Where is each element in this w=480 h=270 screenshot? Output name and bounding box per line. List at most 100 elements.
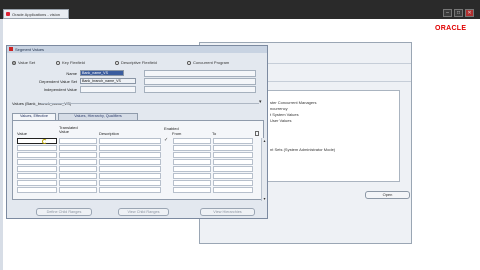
enabled-cell[interactable]: [164, 173, 171, 179]
grid-cell[interactable]: [213, 180, 253, 186]
grid-cell[interactable]: [213, 187, 253, 193]
independent-value-field: [80, 86, 136, 93]
grid-cell[interactable]: [99, 187, 161, 193]
grid-cell[interactable]: [99, 166, 161, 172]
grid-cell[interactable]: [213, 138, 253, 144]
chevron-down-icon[interactable]: ▾: [259, 99, 262, 105]
grid-cell[interactable]: [17, 187, 57, 193]
grid-cell[interactable]: [173, 173, 211, 179]
application-tab-title: Oracle Applications - vision: [12, 12, 61, 17]
grid-cell[interactable]: [99, 138, 161, 144]
radio-empty-icon: [56, 60, 60, 65]
grid-cell[interactable]: [173, 152, 211, 158]
radio-descriptive-flexfield[interactable]: Descriptive Flexfield: [115, 60, 157, 65]
list-item[interactable]: nt Sets (System Administrator Mode): [270, 147, 335, 152]
grid-cell[interactable]: [17, 159, 57, 165]
grid-cell[interactable]: [213, 166, 253, 172]
list-item[interactable]: t System Values: [270, 112, 299, 117]
radio-concurrent-program[interactable]: Concurrent Program: [187, 60, 229, 65]
grid-cell[interactable]: [99, 145, 161, 151]
grid-cell[interactable]: [59, 145, 97, 151]
radio-label: Key Flexfield: [62, 60, 85, 65]
dialog-title: Segment Values: [15, 47, 45, 52]
radio-key-flexfield[interactable]: Key Flexfield: [56, 60, 85, 65]
list-item[interactable]: User Values: [270, 118, 292, 123]
grid-cell[interactable]: [17, 152, 57, 158]
application-tab[interactable]: Oracle Applications - vision: [3, 9, 69, 19]
grid-cell[interactable]: [17, 166, 57, 172]
column-header-from: From: [172, 131, 182, 136]
enabled-cell[interactable]: [164, 159, 171, 165]
radio-value-set[interactable]: Value Set: [12, 60, 35, 65]
name-field[interactable]: Bank_name_VS: [80, 70, 124, 76]
independent-value-label: Independent Value: [43, 87, 77, 92]
radio-label: Concurrent Program: [193, 60, 230, 65]
grid-scrollbar[interactable]: ▴ ▾: [261, 138, 266, 201]
grid-cell[interactable]: [59, 180, 97, 186]
tab-values-effective[interactable]: Values, Effective: [12, 113, 56, 120]
grid-cell[interactable]: [173, 166, 211, 172]
enabled-cell[interactable]: [164, 187, 171, 193]
dialog-titlebar: Segment Values: [7, 46, 267, 53]
name-description-field: [144, 70, 256, 77]
grid-cell[interactable]: [59, 173, 97, 179]
scroll-up-icon[interactable]: ▴: [262, 138, 267, 143]
enabled-cell[interactable]: [164, 145, 171, 151]
grid-cell[interactable]: [59, 138, 97, 144]
column-header-translated-value: Translated Value: [59, 125, 78, 134]
grid-cell[interactable]: [173, 187, 211, 193]
grid-cell[interactable]: [99, 152, 161, 158]
heading-rule: [41, 103, 259, 104]
grid-cell[interactable]: [213, 145, 253, 151]
grid-cell[interactable]: [17, 173, 57, 179]
oracle-form-icon: [9, 47, 13, 51]
minimize-button[interactable]: –: [443, 9, 452, 17]
list-item[interactable]: ster Concurrent Managers: [270, 100, 316, 105]
grid-cell[interactable]: [99, 159, 161, 165]
column-header-to: To: [212, 131, 217, 136]
loading-cursor-icon: [42, 139, 47, 144]
grid-cell[interactable]: [213, 159, 253, 165]
folder-icon[interactable]: [255, 131, 259, 136]
open-button[interactable]: Open: [365, 191, 410, 199]
grid-cell[interactable]: [173, 138, 211, 144]
grid-cell[interactable]: [99, 180, 161, 186]
grid-cell[interactable]: [59, 159, 97, 165]
grid-cell[interactable]: [17, 180, 57, 186]
define-child-ranges-button[interactable]: Define Child Ranges: [36, 208, 92, 216]
grid-cell[interactable]: [173, 180, 211, 186]
name-label: Name: [66, 71, 77, 76]
enabled-cell[interactable]: [164, 152, 171, 158]
independent-description-field: [144, 86, 256, 93]
radio-label: Descriptive Flexfield: [121, 60, 157, 65]
radio-empty-icon: [115, 60, 119, 65]
enabled-cell[interactable]: [164, 166, 171, 172]
radio-selected-icon: [12, 60, 16, 65]
dependent-value-set-field[interactable]: Bank_branch_name_VS: [80, 78, 136, 84]
grid-cell[interactable]: [173, 145, 211, 151]
values-grid-panel: Value Translated Value Description Enabl…: [12, 120, 266, 201]
navigator-function-list[interactable]: ster Concurrent Managers ncurrency t Sys…: [253, 90, 400, 182]
tab-values-hierarchy-qualifiers[interactable]: Values, Hierarchy, Qualifiers: [58, 113, 138, 120]
grid-cell[interactable]: [173, 159, 211, 165]
app-icon: [6, 12, 10, 16]
grid-cell[interactable]: [99, 173, 161, 179]
close-button[interactable]: ✕: [465, 9, 474, 17]
grid-cell[interactable]: [213, 152, 253, 158]
enabled-cell[interactable]: [164, 180, 171, 186]
grid-cell[interactable]: [17, 145, 57, 151]
enabled-checkbox[interactable]: ✓: [164, 137, 168, 143]
grid-cell[interactable]: [59, 187, 97, 193]
browser-titlebar: [0, 0, 480, 19]
list-item[interactable]: ncurrency: [270, 106, 288, 111]
view-child-ranges-button[interactable]: View Child Ranges: [118, 208, 169, 216]
grid-cell[interactable]: [17, 138, 57, 144]
grid-cell[interactable]: [59, 152, 97, 158]
grid-cell[interactable]: [213, 173, 253, 179]
left-frame-edge: [0, 19, 3, 270]
scroll-down-icon[interactable]: ▾: [262, 196, 267, 201]
maximize-button[interactable]: □: [454, 9, 463, 17]
grid-cell[interactable]: [59, 166, 97, 172]
column-header-value: Value: [17, 131, 27, 136]
view-hierarchies-button[interactable]: View Hierarchies: [200, 208, 255, 216]
